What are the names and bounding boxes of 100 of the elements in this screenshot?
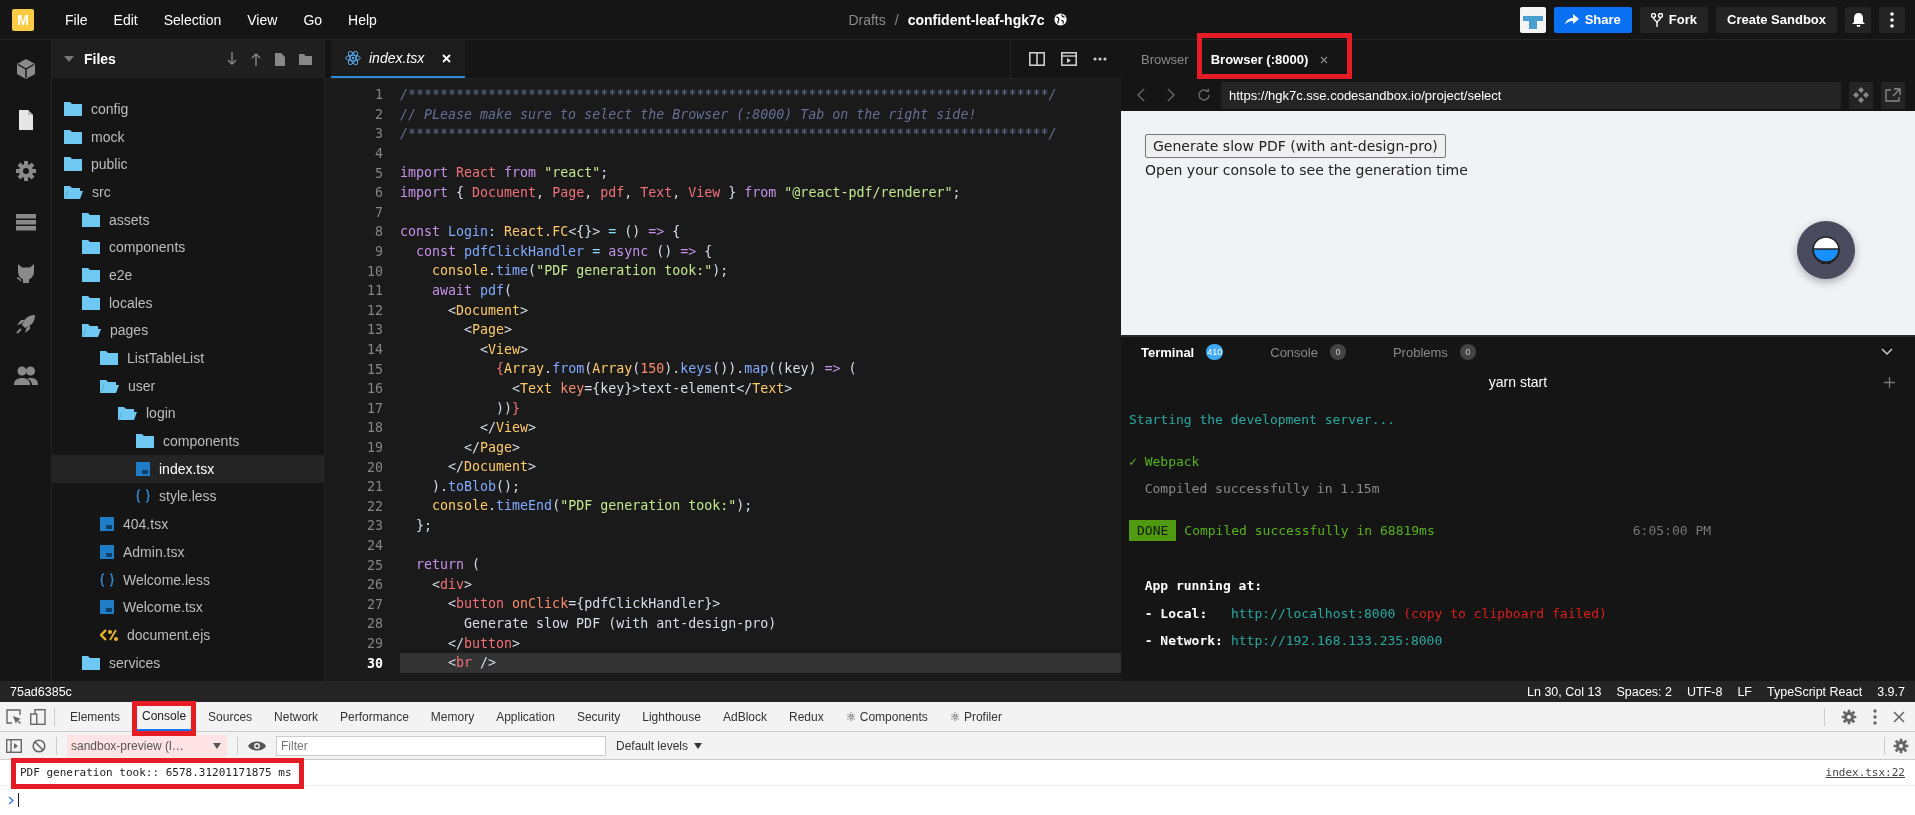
menu-item[interactable]: File (65, 11, 88, 28)
context-select[interactable]: sandbox-preview (l… (67, 734, 227, 757)
share-button[interactable]: Share (1553, 6, 1632, 33)
notifications-button[interactable] (1845, 6, 1871, 33)
file-tree-item[interactable]: document.ejs (52, 621, 324, 649)
file-tree-item[interactable]: components (52, 427, 324, 455)
file-tree-item[interactable]: Welcome.tsx (52, 593, 324, 622)
devtools-tab[interactable]: Console (135, 702, 194, 731)
devtools-tab[interactable]: Network (267, 702, 326, 731)
create-sandbox-button[interactable]: Create Sandbox (1716, 6, 1837, 33)
file-tree-item[interactable]: services (52, 648, 324, 677)
status-item[interactable]: UTF-8 (1687, 684, 1723, 699)
forward-icon[interactable] (1167, 88, 1175, 102)
devtools-tab[interactable]: Security (569, 702, 628, 731)
add-icon[interactable] (1884, 377, 1895, 388)
devtools-tab[interactable]: Sources (201, 702, 260, 731)
file-tree-item[interactable]: e2e (52, 261, 324, 289)
preview-tab[interactable]: Browser (:8000) (1210, 46, 1329, 73)
kebab-icon[interactable] (1873, 708, 1877, 725)
arrow-up-icon[interactable] (251, 52, 261, 66)
devtools-tab[interactable]: Memory (423, 702, 482, 731)
file-tree-item[interactable]: user (52, 371, 324, 400)
file-tree-item[interactable]: pages (52, 316, 324, 345)
status-item[interactable]: LF (1737, 684, 1752, 699)
menu-item[interactable]: Selection (163, 11, 222, 28)
generate-pdf-button[interactable]: Generate slow PDF (with ant-design-pro) (1145, 134, 1446, 158)
preview-tab[interactable]: Browser (1141, 46, 1189, 73)
reload-icon[interactable] (1197, 88, 1211, 102)
split-view-icon[interactable] (1029, 52, 1045, 66)
sandbox-thumbnail-icon[interactable] (1519, 6, 1546, 33)
more-button[interactable] (1879, 6, 1905, 33)
breadcrumb-link[interactable]: Drafts (848, 11, 886, 28)
devtools-tab[interactable]: Performance (333, 702, 416, 731)
file-tree-item[interactable]: Welcome.less (52, 565, 324, 594)
status-item[interactable]: Ln 30, Col 13 (1527, 684, 1602, 699)
panel-tab[interactable]: Console 0 (1270, 344, 1346, 360)
menu-item[interactable]: Help (348, 11, 377, 28)
clear-console-icon[interactable] (32, 738, 46, 753)
chevron-down-icon[interactable] (1881, 348, 1893, 356)
file-tree-item[interactable]: ListTableList (52, 344, 324, 372)
devtools-tab[interactable]: Lighthouse (635, 702, 708, 731)
line-number: 15 (366, 361, 384, 377)
code-line: <Page> (463, 321, 514, 340)
editor-tab[interactable]: index.tsx (331, 40, 466, 78)
file-tree-item[interactable]: mock (52, 122, 324, 151)
menu-item[interactable]: Edit (113, 11, 138, 28)
settings-icon[interactable] (1893, 737, 1909, 754)
line-number: 24 (366, 537, 384, 553)
file-tree-item[interactable]: 404.tsx (52, 510, 324, 538)
levels-dropdown[interactable]: Default levels (616, 738, 703, 753)
panel-tab[interactable]: Terminal 410 (1141, 344, 1224, 360)
file-tree-item[interactable]: Admin.tsx (52, 538, 324, 566)
devtools-tab[interactable]: Redux (782, 702, 831, 731)
file-tree-item[interactable]: public (52, 150, 324, 179)
file-tree-item[interactable]: index.tsx (52, 454, 324, 483)
new-folder-icon[interactable] (299, 53, 312, 65)
sidebar-toggle-icon[interactable] (6, 738, 22, 753)
panel-tab[interactable]: Problems 0 (1392, 344, 1476, 360)
code-line: /********************************************************************************/ (400, 125, 1058, 144)
file-tree-item[interactable]: login (52, 399, 324, 428)
arrow-down-icon[interactable] (227, 52, 237, 66)
terminal-text: Starting the development server... (1129, 412, 1396, 428)
file-tree-item[interactable]: assets (52, 205, 324, 234)
floating-action-button[interactable] (1797, 221, 1855, 279)
inspect-icon[interactable] (6, 708, 22, 725)
devtools-tab[interactable]: ⚛ Components (838, 702, 935, 731)
file-tree-item[interactable]: locales (52, 288, 324, 317)
menu-item[interactable]: Go (303, 11, 323, 28)
file-tree-item[interactable]: src (52, 178, 324, 206)
ts-file-icon (100, 600, 114, 615)
new-file-icon[interactable] (275, 52, 285, 66)
status-item[interactable]: 3.9.7 (1877, 684, 1905, 699)
devtools-tab[interactable]: ⚛ Profiler (942, 702, 1009, 731)
file-tree-item[interactable]: components (52, 233, 324, 262)
eye-icon[interactable] (248, 739, 266, 752)
settings-icon[interactable] (13, 159, 38, 183)
back-icon[interactable] (1137, 88, 1145, 102)
device-icon[interactable] (30, 708, 46, 725)
prompt-chevron-icon (8, 795, 14, 805)
timestamp: 6:05:00 PM (1632, 522, 1712, 538)
more-icon[interactable] (1093, 57, 1107, 61)
open-external-button[interactable] (1881, 81, 1905, 109)
file-tree-item[interactable]: config (52, 95, 324, 123)
open-folder-icon (82, 323, 101, 338)
menu-item[interactable]: View (247, 11, 278, 28)
globe-icon (1053, 13, 1067, 26)
devtools-tab[interactable]: AdBlock (715, 702, 774, 731)
devtools-tab[interactable]: Elements (63, 702, 128, 731)
file-tree-item[interactable]: style.less (52, 482, 324, 511)
collapse-caret-icon[interactable] (64, 56, 74, 62)
fork-button[interactable]: Fork (1639, 6, 1708, 33)
source-link[interactable]: index.tsx:22 (1825, 766, 1905, 779)
devtools-toggle-button[interactable] (1849, 81, 1873, 109)
status-item[interactable]: TypeScript React (1767, 684, 1863, 699)
status-item[interactable]: Spaces: 2 (1616, 684, 1672, 699)
address-field[interactable]: https://hgk7c.sse.codesandbox.io/project/select (1221, 81, 1841, 109)
settings-icon[interactable] (1841, 708, 1857, 725)
devtools-tab[interactable]: Application (489, 702, 562, 731)
filter-field[interactable]: Filter (276, 735, 606, 756)
preview-icon[interactable] (1061, 52, 1077, 66)
